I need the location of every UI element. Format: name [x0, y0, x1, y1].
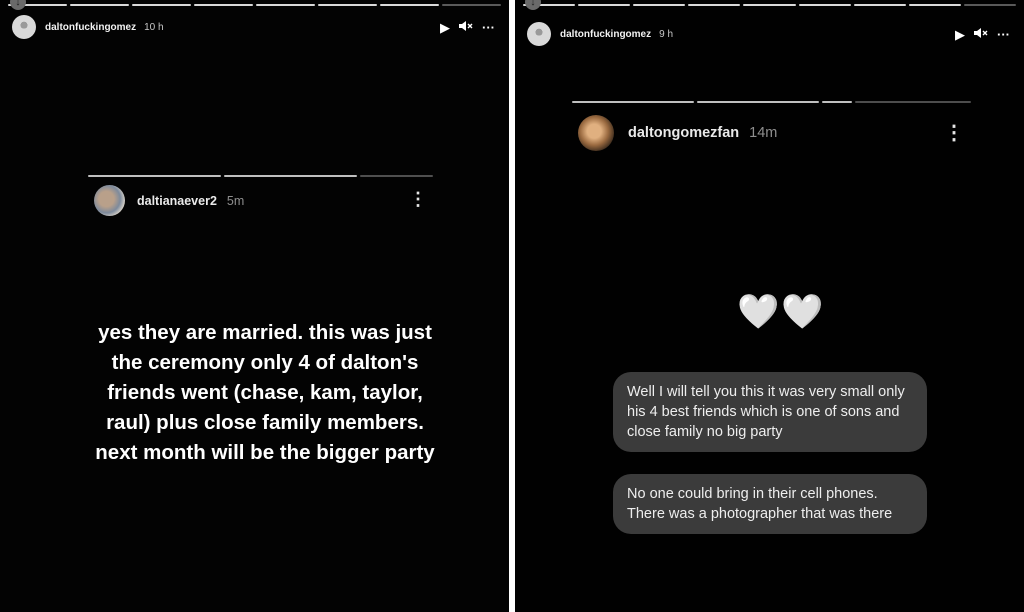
reply-time: 14m	[749, 125, 778, 141]
story-time: 9 h	[659, 28, 674, 40]
reply-progress-bar	[572, 101, 971, 103]
progress-segment	[88, 175, 221, 177]
progress-segment	[855, 101, 971, 103]
reply-header: daltianaever2 5m	[94, 185, 244, 216]
more-options-icon[interactable]: ⋮	[944, 120, 964, 145]
progress-segment	[223, 175, 357, 177]
avatar[interactable]	[578, 115, 614, 151]
loading-spinner-icon: ↓	[10, 0, 26, 10]
progress-segment	[70, 4, 129, 6]
reply-username[interactable]: daltianaever2	[137, 194, 217, 208]
story-header: daltonfuckingomez 10 h ▶ ···	[12, 14, 495, 40]
story-username[interactable]: daltonfuckingomez	[560, 29, 651, 40]
white-heart-emoji: 🤍🤍	[737, 293, 826, 331]
progress-segment	[798, 4, 851, 6]
progress-segment	[743, 4, 796, 6]
progress-segment	[132, 4, 191, 6]
progress-segment	[908, 4, 961, 6]
story-text-message: yes they are married. this was just the …	[95, 321, 435, 464]
reply-username[interactable]: daltongomezfan	[628, 125, 739, 141]
progress-segment	[633, 4, 686, 6]
progress-segment	[853, 4, 906, 6]
progress-segment	[963, 4, 1016, 6]
story-controls: ▶ ···	[955, 27, 1010, 41]
message-bubble: Well I will tell you this it was very sm…	[613, 372, 927, 452]
mute-icon[interactable]	[974, 27, 988, 41]
progress-segment	[688, 4, 741, 6]
story-time: 10 h	[144, 21, 164, 33]
story-progress-bar	[8, 4, 501, 6]
more-options-icon[interactable]: ⋮	[409, 189, 427, 210]
progress-segment	[696, 101, 819, 103]
progress-segment	[578, 4, 631, 6]
progress-segment	[194, 4, 253, 6]
reply-header: daltongomezfan 14m	[578, 115, 777, 151]
avatar[interactable]	[94, 185, 125, 216]
progress-segment	[318, 4, 377, 6]
story-progress-bar	[523, 4, 1016, 6]
story-header: daltonfuckingomez 9 h ▶ ···	[527, 21, 1010, 47]
progress-segment	[572, 101, 694, 103]
avatar[interactable]	[12, 15, 36, 39]
play-icon[interactable]: ▶	[440, 21, 450, 34]
more-options-icon[interactable]: ···	[997, 28, 1010, 41]
message-bubble: No one could bring in their cell phones.…	[613, 474, 927, 534]
more-options-icon[interactable]: ···	[482, 21, 495, 34]
reply-time: 5m	[226, 193, 245, 208]
progress-segment	[359, 175, 433, 177]
progress-segment	[380, 4, 439, 6]
progress-segment	[256, 4, 315, 6]
loading-spinner-icon: ↓	[525, 0, 541, 10]
avatar[interactable]	[527, 22, 551, 46]
progress-segment	[442, 4, 501, 6]
mute-icon[interactable]	[459, 20, 473, 34]
progress-segment	[821, 101, 853, 103]
story-username[interactable]: daltonfuckingomez	[45, 22, 136, 33]
left-story-panel: ↓ daltonfuckingomez 10 h ▶ ··· daltianae…	[0, 0, 509, 612]
play-icon[interactable]: ▶	[955, 28, 965, 41]
story-controls: ▶ ···	[440, 20, 495, 34]
reply-progress-bar	[88, 175, 433, 177]
